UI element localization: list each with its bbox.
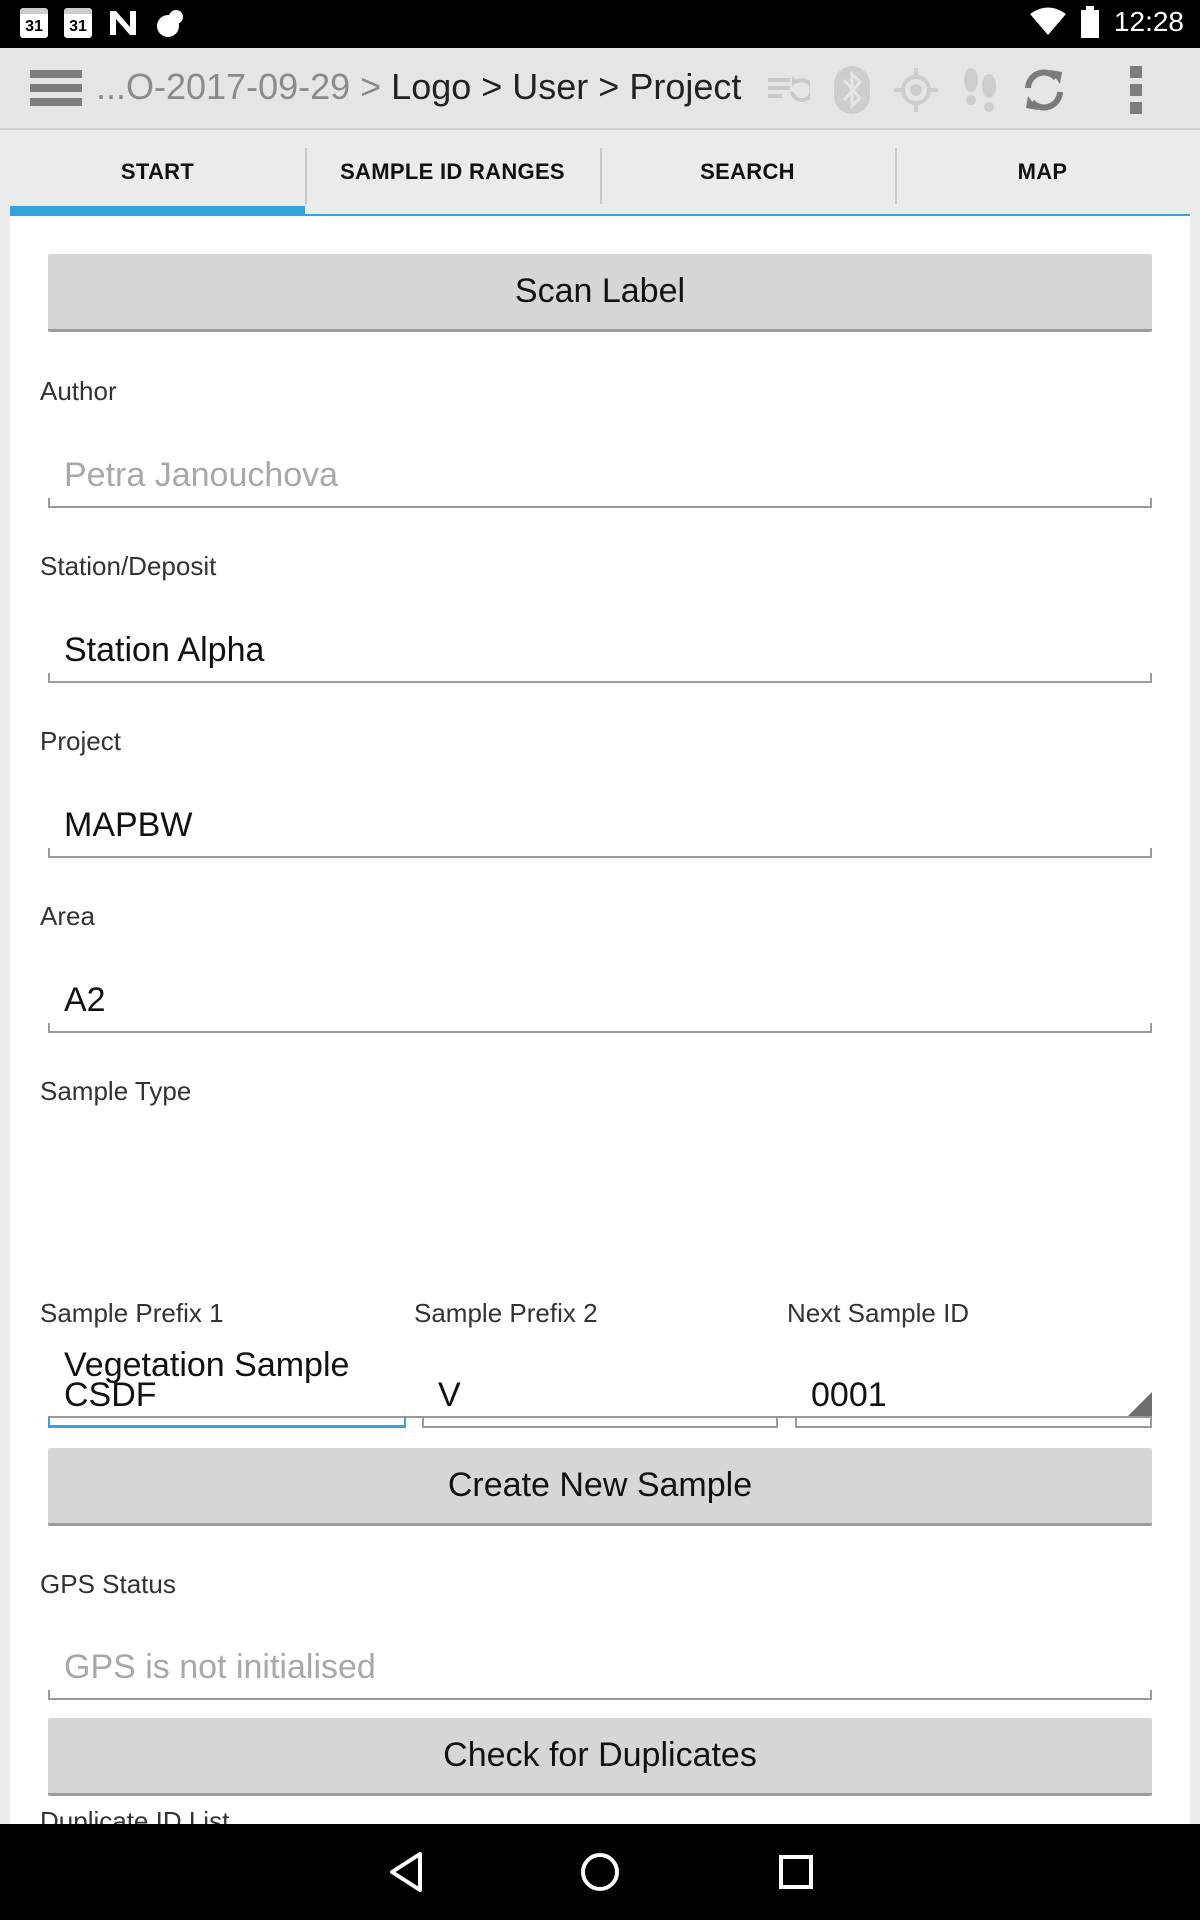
tab-map[interactable]: MAP [895,130,1190,214]
calendar-icon: 31 [64,8,92,38]
bluetooth-icon[interactable] [820,62,884,118]
clock: 12:28 [1113,6,1184,37]
gps-status-field: GPS is not initialised [48,1642,1152,1700]
area-label: Area [40,901,95,931]
navigation-bar [0,1824,1200,1920]
footsteps-icon[interactable] [948,62,1012,118]
author-placeholder: Petra Janouchova [64,456,339,494]
next-sample-id-label: Next Sample ID [787,1298,970,1328]
gps-status-label: GPS Status [40,1569,176,1599]
gps-status-placeholder: GPS is not initialised [64,1648,376,1686]
project-field[interactable]: MAPBW [48,800,1152,858]
next-sample-id-value: 0001 [811,1376,887,1414]
breadcrumb-prefix: ...O-2017-09-29 > [96,66,392,107]
tab-start[interactable]: START [10,130,305,216]
cloud-icon [157,10,183,37]
gps-target-icon[interactable] [884,62,948,118]
notification-n-icon [110,11,136,35]
project-label: Project [40,726,121,756]
station-deposit-label: Station/Deposit [40,551,217,581]
create-new-sample-button[interactable]: Create New Sample [48,1448,1152,1526]
sample-prefix-1-label: Sample Prefix 1 [40,1298,224,1328]
wifi-icon [1029,7,1066,35]
tab-search[interactable]: SEARCH [600,130,895,214]
recent-apps-icon[interactable] [768,1844,824,1900]
sample-type-label: Sample Type [40,1076,192,1106]
sample-prefix-1-value: CSDF [64,1376,157,1414]
sample-prefix-1-field[interactable]: CSDF [48,1370,406,1428]
refresh-icon[interactable] [1012,62,1076,118]
station-deposit-value: Station Alpha [64,631,265,669]
sample-prefix-2-value: V [438,1376,461,1414]
battery-icon [1080,6,1099,38]
overflow-menu-icon[interactable] [1112,62,1160,118]
tab-sample-id-ranges[interactable]: SAMPLE ID RANGES [305,130,600,214]
drawer-menu-icon[interactable] [30,70,82,110]
check-for-duplicates-button[interactable]: Check for Duplicates [48,1718,1152,1796]
next-sample-id-field[interactable]: 0001 [795,1370,1152,1428]
start-form-panel: Scan Label Author Petra Janouchova Stati… [10,216,1190,1824]
author-label: Author [40,376,117,406]
breadcrumb: ...O-2017-09-29 > Logo > User > Project [96,66,741,108]
status-bar: 31 31 12:28 [0,0,1200,48]
sample-prefix-2-field[interactable]: V [422,1370,778,1428]
back-icon[interactable] [378,1844,434,1900]
tab-bar: START SAMPLE ID RANGES SEARCH MAP [10,130,1190,216]
sample-prefix-2-label: Sample Prefix 2 [414,1298,598,1328]
project-value: MAPBW [64,806,193,844]
area-value: A2 [64,981,106,1019]
scan-label-button[interactable]: Scan Label [48,254,1152,332]
home-icon[interactable] [572,1844,628,1900]
action-bar: ...O-2017-09-29 > Logo > User > Project [0,48,1200,130]
area-field[interactable]: A2 [48,975,1152,1033]
station-deposit-field[interactable]: Station Alpha [48,625,1152,683]
duplicate-id-list-label: Duplicate ID List [40,1806,230,1824]
calendar-icon: 31 [20,8,48,38]
breadcrumb-path: Logo > User > Project [391,66,742,107]
author-field[interactable]: Petra Janouchova [48,450,1152,508]
sync-list-icon[interactable] [756,62,820,118]
